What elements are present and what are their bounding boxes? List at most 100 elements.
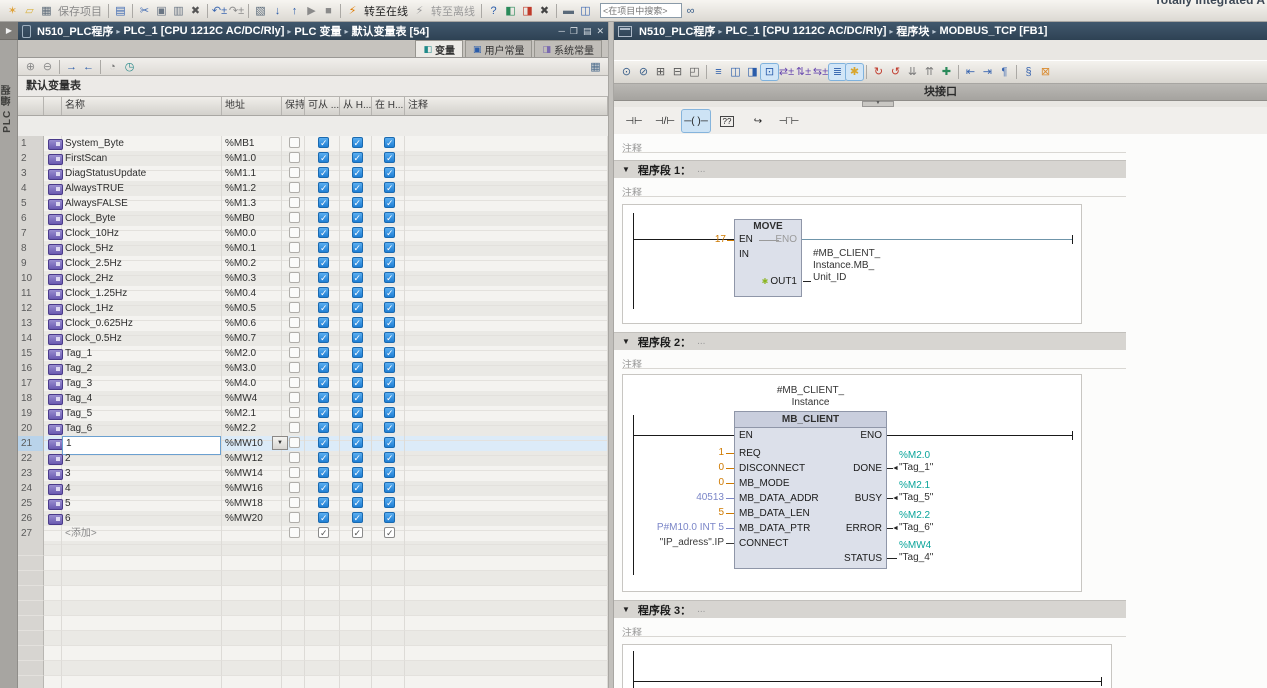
pin-eno[interactable]: ENO [860, 430, 882, 442]
add-output-icon[interactable]: ✱ [762, 277, 769, 286]
pin-disconnect[interactable]: DISCONNECT [739, 463, 805, 475]
operand-address[interactable]: %M2.2 [899, 510, 930, 522]
checkbox[interactable] [352, 287, 363, 298]
checkbox[interactable] [384, 422, 395, 433]
copy-icon[interactable]: ▣ [153, 3, 170, 19]
checkbox[interactable] [352, 392, 363, 403]
checkbox[interactable] [289, 422, 300, 433]
table-row[interactable]: 7Clock_10Hz%M0.0 [18, 226, 608, 241]
operand-tag[interactable]: "Tag_5" [899, 492, 933, 504]
checkbox[interactable] [289, 227, 300, 238]
table-row[interactable]: 266%MW20 [18, 511, 608, 526]
checkbox[interactable] [289, 242, 300, 253]
operand-representation-icon[interactable]: ⇆± [812, 64, 829, 80]
checkbox[interactable] [352, 182, 363, 193]
upload-from-device-icon[interactable]: ↑ [286, 3, 303, 19]
minimize-icon[interactable]: ─ [558, 26, 564, 37]
compile-block-icon[interactable]: ✚ [938, 64, 955, 80]
checkbox[interactable] [384, 407, 395, 418]
checkbox[interactable] [289, 332, 300, 343]
consistency-check-icon[interactable]: ⇈ [921, 64, 938, 80]
absolute-operands-icon[interactable]: ⇄± [778, 64, 795, 80]
expand-project-tree-button[interactable]: ▶ [0, 22, 18, 40]
go-offline-icon[interactable]: ⚡ [411, 3, 428, 19]
status-display-icon[interactable]: ≣ [829, 64, 846, 80]
move-block[interactable]: MOVE EN ENO IN ✱OUT1 [734, 219, 802, 297]
checkbox[interactable] [352, 362, 363, 373]
checkbox[interactable] [289, 287, 300, 298]
undo-icon[interactable]: ↶± [211, 3, 228, 19]
table-row[interactable]: 9Clock_2.5Hz%M0.2 [18, 256, 608, 271]
checkbox[interactable] [384, 437, 395, 448]
table-row[interactable]: 1System_Byte%MB1 [18, 136, 608, 151]
checkbox[interactable] [318, 362, 329, 373]
pin-mb_mode-value[interactable]: 0 [625, 477, 724, 489]
jump-to-end-icon[interactable]: ⇥ [979, 64, 996, 80]
network-2-canvas[interactable]: #MB_CLIENT_ Instance MB_CLIENT EN ENO RE… [622, 374, 1082, 592]
table-row[interactable]: 12Clock_1Hz%M0.5 [18, 301, 608, 316]
breadcrumb-item[interactable]: N510_PLC程序 [37, 23, 113, 39]
checkbox[interactable] [352, 197, 363, 208]
pin-disconnect-value[interactable]: 0 [625, 462, 724, 474]
table-row[interactable]: 13Clock_0.625Hz%M0.6 [18, 316, 608, 331]
table-row[interactable]: 3DiagStatusUpdate%M1.1 [18, 166, 608, 181]
go-to-previous-error-icon[interactable]: ↻ [870, 64, 887, 80]
table-row[interactable]: 17Tag_3%M4.0 [18, 376, 608, 391]
split-vertical-icon[interactable]: ◫ [577, 3, 594, 19]
block-interface-handle[interactable]: ▼ [862, 101, 894, 107]
checkbox[interactable] [318, 332, 329, 343]
checkbox[interactable] [318, 152, 329, 163]
checkbox[interactable] [318, 482, 329, 493]
download-to-device-icon[interactable]: ↓ [269, 3, 286, 19]
float-icon[interactable]: ❐ [570, 26, 578, 37]
checkbox[interactable] [289, 482, 300, 493]
checkbox[interactable] [352, 437, 363, 448]
pin-out1[interactable]: ✱OUT1 [762, 276, 797, 288]
checkbox[interactable] [318, 377, 329, 388]
checkbox[interactable] [352, 482, 363, 493]
table-row[interactable]: 244%MW16 [18, 481, 608, 496]
export-icon[interactable]: → [63, 59, 80, 75]
checkbox[interactable] [384, 272, 395, 283]
network-list-icon[interactable]: ≡ [710, 64, 727, 80]
checkbox[interactable] [318, 302, 329, 313]
checkbox[interactable] [352, 242, 363, 253]
import-icon[interactable]: ← [80, 59, 97, 75]
breadcrumb-item[interactable]: 默认变量表 [54] [352, 23, 430, 39]
insert-network-icon[interactable]: ⊞ [652, 64, 669, 80]
checkbox[interactable] [289, 137, 300, 148]
checkbox[interactable] [352, 227, 363, 238]
redo-icon[interactable]: ↷± [228, 3, 245, 19]
pin-mb_data_ptr-value[interactable]: P#M10.0 INT 5 [625, 522, 724, 534]
checkbox[interactable] [318, 512, 329, 523]
collapse-network-icon[interactable]: ▼ [622, 337, 630, 346]
favorites-toggle-icon[interactable]: ✱ [846, 64, 863, 80]
start-cpu-icon[interactable]: ▶ [303, 3, 320, 19]
table-row[interactable]: 6Clock_Byte%MB0 [18, 211, 608, 226]
protection-icon[interactable]: ⊠ [1037, 64, 1054, 80]
save-project-label[interactable]: 保存项目 [58, 3, 102, 19]
breadcrumb-item[interactable]: 程序块 [896, 23, 929, 39]
checkbox[interactable] [352, 317, 363, 328]
open-all-networks-icon[interactable]: ◫ [727, 64, 744, 80]
pin-mb_data_addr-value[interactable]: 40513 [625, 492, 724, 504]
project-search-input[interactable] [600, 3, 682, 18]
no-contact-icon[interactable]: ⊣⊢ [620, 110, 648, 132]
search-find-icon[interactable]: ∞ [682, 3, 699, 19]
table-row[interactable]: 4AlwaysTRUE%M1.2 [18, 181, 608, 196]
pin-en[interactable]: EN [739, 234, 753, 246]
network-1-canvas[interactable]: MOVE EN ENO IN ✱OUT1 17 #MB_CLIENT_Insta… [622, 204, 1082, 324]
checkbox[interactable] [318, 317, 329, 328]
checkbox[interactable] [352, 407, 363, 418]
checkbox[interactable] [384, 182, 395, 193]
checkbox[interactable] [289, 362, 300, 373]
dock-icon[interactable]: ▤ [583, 26, 592, 37]
pin-mb_data_ptr[interactable]: MB_DATA_PTR [739, 523, 810, 535]
checkbox[interactable] [318, 212, 329, 223]
checkbox[interactable] [318, 137, 329, 148]
checkbox[interactable] [352, 167, 363, 178]
monitor-all-icon[interactable]: ◷ [121, 59, 138, 75]
start-runtime-icon[interactable]: ◧ [502, 3, 519, 19]
close-icon[interactable]: ✕ [596, 26, 604, 37]
checkbox[interactable] [352, 497, 363, 508]
